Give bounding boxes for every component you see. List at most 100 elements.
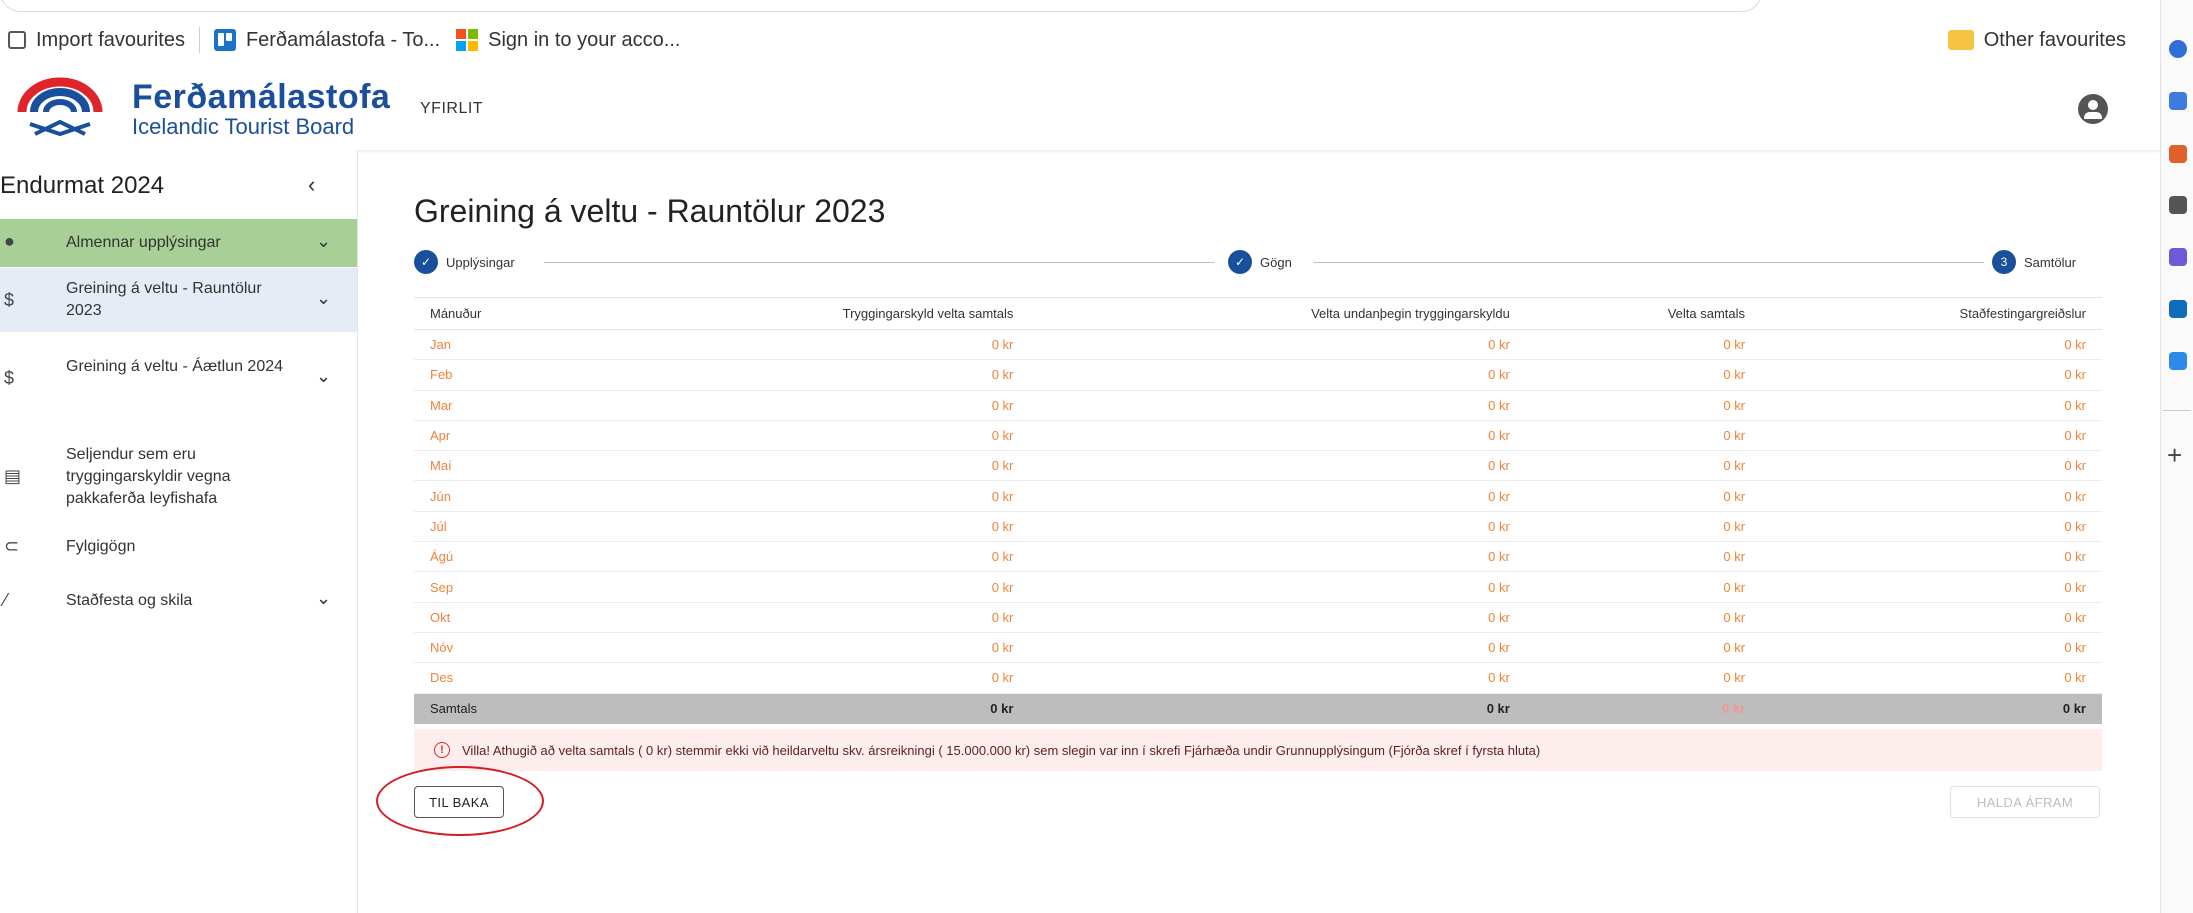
- bookmark-microsoft-signin[interactable]: Sign in to your acco...: [448, 18, 688, 62]
- dollar-icon: $: [4, 368, 15, 388]
- sidebar-item-aaetlun-2024[interactable]: $ Greining á veltu - Áætlun 2024 ⌄: [0, 346, 357, 410]
- table-header-row: Mánuður Tryggingarskyld velta samtals Ve…: [414, 297, 2102, 330]
- amount-cell: 0 kr: [1525, 359, 1762, 391]
- outlook-icon[interactable]: [2169, 300, 2187, 318]
- chevron-down-icon: ⌄: [316, 366, 332, 386]
- amount-cell: 0 kr: [1761, 359, 2102, 391]
- amount-cell: 0 kr: [1525, 662, 1762, 694]
- back-button[interactable]: TIL BAKA: [414, 786, 504, 818]
- bookmark-label: Sign in to your acco...: [488, 28, 681, 51]
- trello-icon: [213, 29, 236, 51]
- amount-cell: 0 kr: [1761, 541, 2102, 573]
- table-row: Jan 0 kr 0 kr 0 kr 0 kr: [414, 329, 2102, 361]
- sidebar-item-rauntolur-2023[interactable]: $ Greining á veltu - Rauntölur 2023 ⌄: [0, 268, 357, 332]
- step-number-icon: 3: [1992, 250, 2016, 274]
- column-header: Tryggingarskyld velta samtals: [593, 297, 1030, 330]
- bookmark-label: Import favourites: [36, 28, 185, 51]
- sidebar-item-label: Greining á veltu - Áætlun 2024: [66, 358, 284, 375]
- continue-button[interactable]: HALDA ÁFRAM: [1950, 786, 2100, 818]
- total-amount-cell: 0 kr: [1525, 693, 1762, 724]
- amount-cell: 0 kr: [593, 450, 1030, 482]
- sidebar: Endurmat 2024 ‹ ● Almennar upplýsingar ⌄…: [0, 150, 358, 913]
- total-row: Samtals 0 kr 0 kr 0 kr 0 kr: [414, 693, 2102, 724]
- logo-subtitle: Icelandic Tourist Board: [132, 114, 355, 139]
- table-row: Okt 0 kr 0 kr 0 kr 0 kr: [414, 602, 2102, 633]
- amount-cell: 0 kr: [1029, 511, 1526, 543]
- month-cell: Des: [414, 662, 594, 694]
- chevron-down-icon: ⌄: [316, 288, 332, 308]
- amount-cell: 0 kr: [1525, 420, 1762, 452]
- month-cell: Okt: [414, 602, 594, 633]
- amount-cell: 0 kr: [593, 511, 1030, 543]
- bookmarks-bar: Import favourites Ferðamálastofa - To...…: [0, 18, 2150, 62]
- table-row: Nóv 0 kr 0 kr 0 kr 0 kr: [414, 632, 2102, 664]
- amount-cell: 0 kr: [1029, 602, 1526, 633]
- total-amount-cell: 0 kr: [1761, 693, 2102, 724]
- folder-icon: [1947, 30, 1974, 50]
- amount-cell: 0 kr: [1761, 450, 2102, 482]
- month-cell: Júl: [414, 511, 594, 543]
- step-connector: [1314, 262, 1984, 263]
- import-icon: [8, 31, 26, 49]
- step-gogn[interactable]: ✓ Gögn: [1228, 250, 1292, 274]
- month-cell: Jún: [414, 480, 594, 512]
- bookmark-trello[interactable]: Ferðamálastofa - To...: [206, 18, 448, 62]
- amount-cell: 0 kr: [1525, 632, 1762, 664]
- amount-cell: 0 kr: [593, 359, 1030, 391]
- nav-overview-link[interactable]: YFIRLIT: [420, 100, 483, 118]
- table-row: Sep 0 kr 0 kr 0 kr 0 kr: [414, 571, 2102, 603]
- account-icon[interactable]: [2078, 94, 2108, 124]
- table-row: Feb 0 kr 0 kr 0 kr 0 kr: [414, 359, 2102, 391]
- drop-icon[interactable]: [2169, 352, 2187, 370]
- sidebar-item-seljendur[interactable]: ▤ Seljendur sem eru tryggingarskyldir ve…: [0, 440, 357, 514]
- amount-cell: 0 kr: [1029, 420, 1526, 452]
- amount-cell: 0 kr: [593, 541, 1030, 573]
- sidebar-item-almennar-upplysingar[interactable]: ● Almennar upplýsingar ⌄: [0, 219, 357, 267]
- amount-cell: 0 kr: [1761, 329, 2102, 361]
- copilot-icon[interactable]: [2169, 92, 2187, 110]
- amount-cell: 0 kr: [1525, 602, 1762, 633]
- bookmark-divider: [198, 27, 200, 53]
- tourist-board-logo-icon: [17, 77, 103, 137]
- table-row: Mar 0 kr 0 kr 0 kr 0 kr: [414, 390, 2102, 421]
- sidebar-item-fylgigogn[interactable]: ⊂ Fylgigögn: [0, 526, 357, 566]
- total-amount-cell: 0 kr: [593, 693, 1030, 724]
- amount-cell: 0 kr: [1029, 390, 1526, 421]
- amount-cell: 0 kr: [1525, 329, 1762, 361]
- pencil-icon: ⁄: [4, 590, 8, 610]
- amount-cell: 0 kr: [1029, 329, 1526, 361]
- step-label: Gögn: [1260, 254, 1292, 270]
- step-samtolur[interactable]: 3 Samtölur: [1992, 250, 2076, 274]
- total-label: Samtals: [414, 693, 594, 724]
- collapse-sidebar-icon[interactable]: ‹: [308, 172, 315, 198]
- total-amount-cell: 0 kr: [1029, 693, 1526, 724]
- table-row: Júl 0 kr 0 kr 0 kr 0 kr: [414, 511, 2102, 543]
- logo-name: Ferðamálastofa: [132, 78, 391, 116]
- bookmark-import-favourites[interactable]: Import favourites: [0, 18, 193, 62]
- error-alert: ! Villa! Athugið að velta samtals ( 0 kr…: [414, 729, 2102, 771]
- sidebar-item-stadfesta-og-skila[interactable]: ⁄ Staðfesta og skila ⌄: [0, 578, 357, 622]
- sidebar-item-label: Fylgigögn: [66, 538, 136, 555]
- step-label: Samtölur: [2024, 254, 2077, 270]
- bookmark-other-favourites[interactable]: Other favourites: [1940, 18, 2134, 62]
- receipt-icon: ▤: [4, 466, 22, 486]
- sidebar-item-label: Almennar upplýsingar: [66, 234, 221, 251]
- month-cell: Maí: [414, 450, 594, 482]
- turnover-table: Mánuður Tryggingarskyld velta samtals Ve…: [414, 297, 2102, 724]
- games-icon[interactable]: [2169, 248, 2187, 266]
- month-cell: Mar: [414, 390, 594, 421]
- microsoft-icon: [456, 29, 479, 51]
- step-upplysingar[interactable]: ✓ Upplýsingar: [414, 250, 515, 274]
- amount-cell: 0 kr: [593, 420, 1030, 452]
- shopping-icon[interactable]: [2169, 145, 2187, 163]
- amount-cell: 0 kr: [593, 571, 1030, 603]
- address-bar-edge: [0, 0, 1762, 14]
- tools-icon[interactable]: [2169, 196, 2187, 214]
- search-icon[interactable]: [2169, 40, 2187, 58]
- sidebar-item-label: Seljendur sem eru tryggingarskyldir vegn…: [66, 446, 231, 507]
- amount-cell: 0 kr: [1029, 571, 1526, 603]
- add-icon[interactable]: +: [2167, 440, 2182, 471]
- month-cell: Ágú: [414, 541, 594, 573]
- amount-cell: 0 kr: [1525, 450, 1762, 482]
- step-label: Upplýsingar: [446, 254, 515, 270]
